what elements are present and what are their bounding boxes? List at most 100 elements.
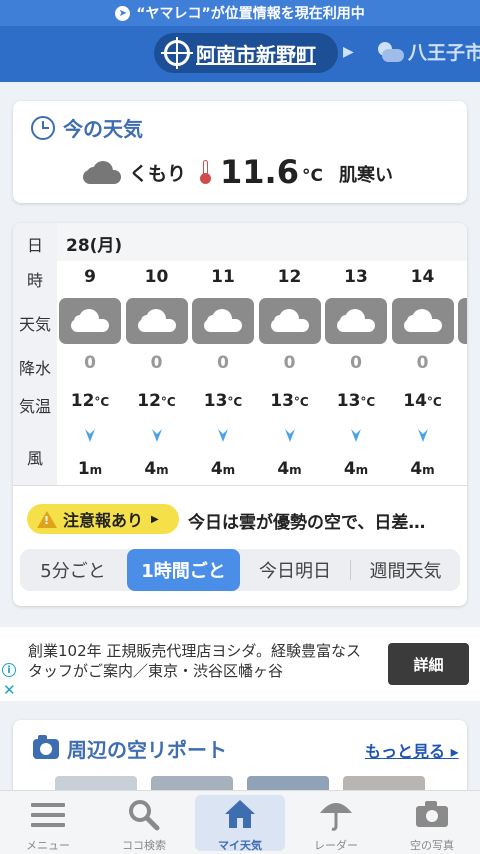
- wind-direction-icon: [218, 429, 228, 442]
- wind-value: 4m: [190, 459, 256, 479]
- bottom-navigation: メニュー ココ検索 マイ天気 レーダー 空の写真: [0, 790, 480, 854]
- nav-menu-label: メニュー: [26, 839, 70, 852]
- temp-number: 13: [270, 391, 294, 411]
- close-icon[interactable]: ✕: [3, 681, 16, 699]
- temp-value: 14°C: [390, 391, 456, 411]
- feel-description: 肌寒い: [338, 165, 393, 186]
- temp-unit: °C: [227, 395, 243, 409]
- wind-value: 4m: [124, 459, 190, 479]
- warning-badge-label: 注意報あり: [63, 511, 144, 530]
- cloud-icon: [83, 160, 121, 184]
- precip-value: 0: [283, 353, 296, 373]
- hour-label: 12: [277, 267, 302, 287]
- current-location-pill[interactable]: 阿南市新野町: [154, 33, 338, 73]
- home-icon: [225, 800, 255, 828]
- temp-unit: °C: [360, 395, 376, 409]
- wind-direction-icon: [151, 429, 162, 442]
- ad-text: 創業102年 正規販売代理店ヨシダ。経験豊富なスタッフがご案内／東京・渋谷区幡ヶ…: [28, 642, 361, 680]
- wind-number: 4: [277, 459, 290, 479]
- location-status-bar: ➤ “ヤマレコ”が位置情報を現在利用中: [0, 0, 480, 26]
- wind-value: 1m: [57, 459, 123, 479]
- ad-details-button[interactable]: 詳細: [388, 643, 469, 685]
- tab-hourly[interactable]: 1時間ごと: [127, 549, 240, 591]
- hour-label: 13: [344, 267, 368, 287]
- label-wind: 風: [26, 449, 43, 468]
- wind-unit: m: [422, 463, 435, 477]
- see-more-link[interactable]: もっと見る ▸: [365, 738, 459, 762]
- nav-radar-label: レーダー: [314, 839, 358, 852]
- hour-column: 12 0 13°C 4m: [257, 223, 323, 485]
- hour-label: 14: [410, 267, 435, 287]
- precip-value: 0: [416, 353, 429, 373]
- warning-badge[interactable]: ! 注意報あり ▶: [27, 504, 179, 534]
- temp-number: 12: [70, 391, 95, 411]
- ad-banner[interactable]: i ✕ 創業102年 正規販売代理店ヨシダ。経験豊富なスタッフがご案内／東京・渋…: [0, 627, 480, 701]
- temp-unit: °C: [94, 395, 110, 409]
- hour-label: 9: [84, 267, 96, 287]
- wind-unit: m: [89, 463, 103, 477]
- row-labels-column: 日 時 天気 降水 気温 風: [13, 223, 57, 485]
- wind-unit: m: [222, 463, 236, 477]
- label-precip: 降水: [18, 359, 51, 378]
- wind-number: 1: [77, 459, 90, 479]
- forecast-tabs: 5分ごと 1時間ごと 今日明日 週間天気: [20, 549, 460, 591]
- hour-label: 10: [144, 267, 169, 287]
- label-weather: 天気: [18, 315, 51, 334]
- current-temperature: 11.6: [220, 153, 299, 191]
- nav-search-label: ココ検索: [122, 839, 166, 852]
- wind-value: 4m: [323, 459, 389, 479]
- thermometer-icon: [200, 160, 212, 184]
- wind-number: 4: [343, 459, 356, 479]
- nav-my-weather[interactable]: マイ天気: [192, 791, 288, 854]
- precip-value: 0: [217, 353, 229, 373]
- hour-column: 13 0 13°C 4m: [323, 223, 389, 485]
- temp-unit: °C: [426, 395, 442, 409]
- temp-value: 13°C: [190, 391, 256, 411]
- location-status-text: “ヤマレコ”が位置情報を現在利用中: [136, 6, 365, 22]
- tab-today-tomorrow[interactable]: 今日明日: [241, 549, 349, 591]
- hour-label: 11: [211, 267, 235, 287]
- cloud-icon: [125, 298, 188, 344]
- camera-icon: [33, 734, 59, 759]
- tab-5min[interactable]: 5分ごと: [20, 549, 126, 591]
- nav-menu[interactable]: メニュー: [0, 791, 96, 854]
- temp-number: 14: [403, 391, 427, 411]
- current-weather-card: 今の天気 くもり 11.6 °C 肌寒い: [13, 101, 467, 203]
- chevron-right-icon: ▶: [343, 44, 354, 60]
- next-location-link[interactable]: 八王子市: [376, 38, 480, 65]
- info-icon[interactable]: i: [2, 663, 16, 677]
- sky-report-title: 周辺の空リポート: [67, 738, 227, 762]
- wind-value: 4m: [390, 459, 456, 479]
- nav-search[interactable]: ココ検索: [96, 791, 192, 854]
- search-icon: [129, 800, 160, 831]
- wind-direction-icon: [85, 429, 95, 442]
- wind-value: 4m: [257, 459, 323, 479]
- location-arrow-icon: ➤: [115, 5, 131, 21]
- nav-sky-photos-label: 空の写真: [410, 839, 454, 852]
- label-hour: 時: [26, 271, 43, 290]
- precip-value: 0: [84, 353, 96, 373]
- cloud-icon: [391, 298, 454, 344]
- hour-column: 11 0 13°C 4m: [190, 223, 256, 485]
- weather-box-partial: [458, 298, 467, 344]
- nav-my-weather-label: マイ天気: [218, 839, 262, 852]
- wind-number: 4: [210, 459, 223, 479]
- play-icon: ▶: [151, 513, 159, 525]
- divider: [13, 485, 467, 486]
- nav-radar[interactable]: レーダー: [288, 791, 384, 854]
- label-temp: 気温: [18, 397, 51, 416]
- nav-sky-photos[interactable]: 空の写真: [384, 791, 480, 854]
- current-weather-title: 今の天気: [63, 117, 143, 141]
- tab-weekly[interactable]: 週間天気: [351, 549, 460, 591]
- temp-value: 13°C: [323, 391, 389, 411]
- temp-unit: °C: [293, 395, 309, 409]
- temp-value: 12°C: [124, 391, 190, 411]
- wind-unit: m: [289, 463, 302, 477]
- crosshair-icon: [161, 37, 193, 69]
- wind-unit: m: [156, 463, 169, 477]
- temp-number: 13: [203, 391, 228, 411]
- current-location-name: 阿南市新野町: [196, 42, 316, 67]
- forecast-summary[interactable]: 今日は雲が優勢の空で、日差…: [188, 508, 458, 533]
- hour-column: 14 0 14°C 4m: [390, 223, 456, 485]
- temp-unit: °C: [160, 395, 176, 409]
